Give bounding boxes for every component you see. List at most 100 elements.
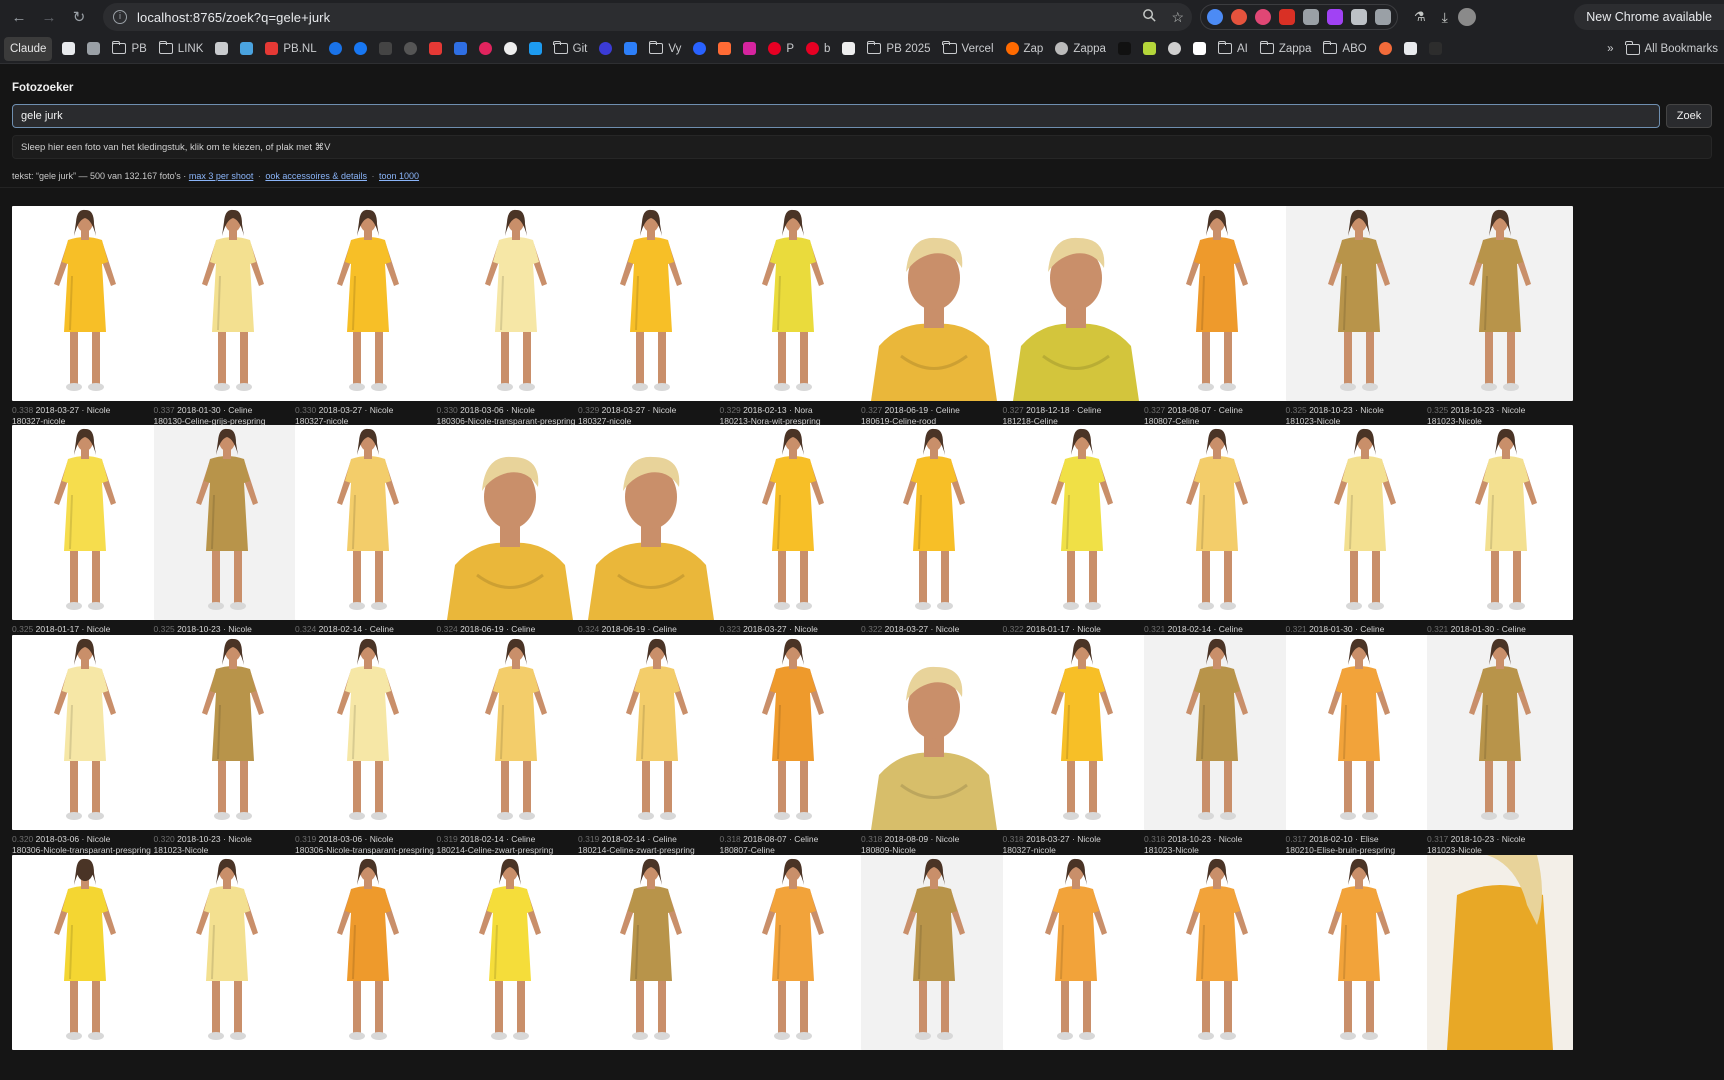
bookmark-item[interactable] [348,37,373,61]
result-photo[interactable] [1427,425,1573,620]
labs-icon[interactable]: ⚗ [1414,9,1426,25]
result-card[interactable]: 0.325 2018-10-23 · Nicole181023-Nicole [1285,206,1432,427]
bookmark-item[interactable] [323,37,348,61]
result-photo[interactable] [719,425,866,620]
show-1000-link[interactable]: toon 1000 [379,171,419,181]
max-3-per-shoot-link[interactable]: max 3 per shoot [189,171,254,181]
result-card[interactable]: 0.321 2018-01-30 · Celine180130-Celine-g… [1427,425,1573,646]
result-photo[interactable] [1144,425,1290,620]
bookmark-item[interactable] [712,37,737,61]
result-photo[interactable] [295,425,441,620]
result-photo[interactable] [719,635,866,830]
bookmark-item[interactable] [1187,37,1212,61]
result-card[interactable]: 0.321 2018-01-30 · Celine180130-Celine-g… [1285,425,1432,646]
result-card[interactable]: 0.338 2018-03-27 · Nicole 180327-nicole [12,206,158,427]
extension-icon[interactable] [1231,9,1247,25]
result-photo[interactable] [1285,635,1432,830]
result-card[interactable]: 0.322 2018-01-17 · Nicole180117-Nicole-z… [1002,425,1149,646]
extension-icon[interactable] [1327,9,1343,25]
result-card[interactable]: 0.317 2018-10-23 · Nicole 181023-Nicole [1427,635,1573,856]
result-photo[interactable] [1002,206,1149,401]
result-card[interactable] [1285,855,1432,1050]
result-card[interactable]: 0.320 2018-10-23 · Nicole 181023-Nicole [153,635,300,856]
result-card[interactable] [1427,855,1573,1050]
result-photo[interactable] [1285,206,1432,401]
bookmark-item[interactable] [81,37,106,61]
bookmark-item[interactable] [1373,37,1398,61]
bookmark-item[interactable]: Zappa [1049,37,1112,61]
result-card[interactable]: 0.318 2018-08-07 · Celine 180807-Celine [719,635,866,856]
result-card[interactable]: 0.329 2018-03-27 · Nicole 180327-nicole [578,206,724,427]
result-photo[interactable] [1285,855,1432,1050]
bookmark-item[interactable] [1137,37,1162,61]
address-bar[interactable]: i localhost:8765/zoek?q=gele+jurk ☆ [103,3,1192,31]
search-input[interactable] [12,104,1660,128]
result-photo[interactable] [436,635,583,830]
result-photo[interactable] [1427,855,1573,1050]
extension-icon[interactable] [1207,9,1223,25]
result-photo[interactable] [153,425,300,620]
result-photo[interactable] [578,855,724,1050]
bookmark-item[interactable] [687,37,712,61]
result-photo[interactable] [1144,855,1290,1050]
extension-icon[interactable] [1375,9,1391,25]
result-photo[interactable] [1144,206,1290,401]
result-photo[interactable] [12,206,158,401]
result-photo[interactable] [861,855,1007,1050]
result-card[interactable]: 0.317 2018-02-10 · Elise 180210-Elise-bru… [1285,635,1432,856]
result-photo[interactable] [436,855,583,1050]
result-card[interactable] [295,855,441,1050]
bookmark-item[interactable]: P [762,37,800,61]
result-card[interactable]: 0.319 2018-02-14 · Celine 180214-Celine-z… [578,635,724,856]
result-card[interactable] [1002,855,1149,1050]
bookmark-item[interactable]: LINK [153,37,210,61]
bookmark-item[interactable] [209,37,234,61]
result-card[interactable] [1144,855,1290,1050]
result-photo[interactable] [1427,635,1573,830]
result-card[interactable] [153,855,300,1050]
result-photo[interactable] [153,635,300,830]
result-card[interactable] [436,855,583,1050]
extension-icon[interactable] [1303,9,1319,25]
bookmark-item[interactable] [1423,37,1448,61]
site-info-icon[interactable]: i [113,10,127,24]
result-photo[interactable] [1002,635,1149,830]
bookmark-item[interactable]: Vy [643,37,687,61]
result-photo[interactable] [436,206,583,401]
result-card[interactable] [578,855,724,1050]
result-photo[interactable] [153,855,300,1050]
bookmark-item[interactable]: ABO [1317,37,1372,61]
result-card[interactable]: 0.319 2018-03-06 · Nicole 180306-Nicole-t… [295,635,441,856]
result-card[interactable]: 0.324 2018-06-19 · Celine180619-Celine-r… [436,425,583,646]
profile-avatar[interactable] [1457,8,1476,26]
image-dropzone[interactable]: Sleep hier een foto van het kledingstuk,… [12,135,1712,159]
result-photo[interactable] [153,206,300,401]
extension-icon[interactable] [1351,9,1367,25]
result-card[interactable]: 0.319 2018-02-14 · Celine 180214-Celine-z… [436,635,583,856]
result-card[interactable]: 0.330 2018-03-06 · Nicole 180306-Nicole-t… [436,206,583,427]
bookmark-item[interactable]: PB [106,37,152,61]
result-photo[interactable] [861,206,1007,401]
bookmark-item[interactable] [398,37,423,61]
bookmark-item[interactable] [1162,37,1187,61]
bookmark-item[interactable] [234,37,259,61]
result-photo[interactable] [861,425,1007,620]
bookmark-item[interactable] [618,37,643,61]
result-card[interactable] [719,855,866,1050]
address-url[interactable]: localhost:8765/zoek?q=gele+jurk [137,10,330,25]
result-photo[interactable] [1002,855,1149,1050]
forward-arrow-icon[interactable]: → [36,4,62,30]
bookmarks-overflow-button[interactable]: » [1601,37,1619,61]
bookmark-item[interactable] [473,37,498,61]
bookmark-item[interactable]: b [800,37,836,61]
new-chrome-available-button[interactable]: New Chrome available [1574,4,1724,30]
result-photo[interactable] [578,206,724,401]
result-photo[interactable] [719,855,866,1050]
result-photo[interactable] [12,855,158,1050]
extension-icon[interactable] [1255,9,1271,25]
bookmark-item[interactable] [593,37,618,61]
result-photo[interactable] [578,635,724,830]
bookmark-item[interactable] [737,37,762,61]
result-card[interactable]: 0.321 2018-02-14 · Celine180214-Celine-z… [1144,425,1290,646]
bookmark-item[interactable]: Zappa [1254,37,1318,61]
